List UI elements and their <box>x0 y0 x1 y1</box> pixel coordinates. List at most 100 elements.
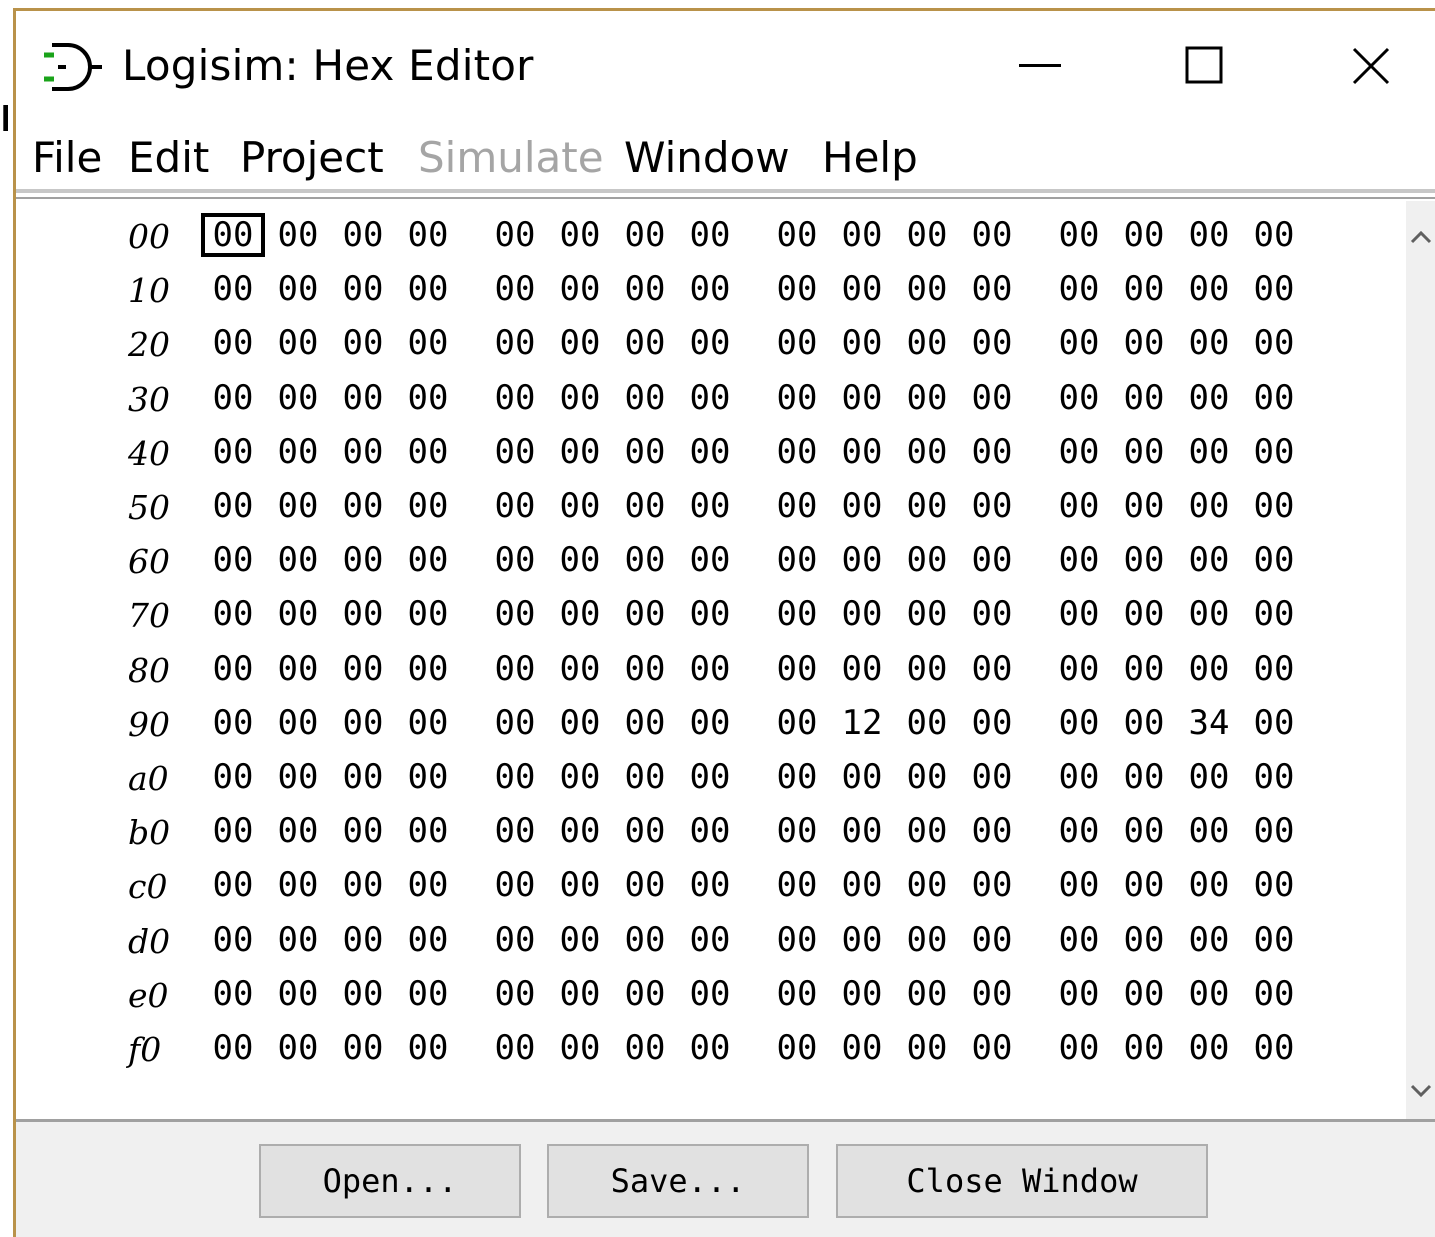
hex-cell[interactable]: 00 <box>398 594 458 634</box>
hex-cell[interactable]: 00 <box>268 215 328 255</box>
hex-cell[interactable]: 00 <box>1049 269 1109 309</box>
hex-cell[interactable]: 00 <box>550 649 610 689</box>
hex-cell[interactable]: 00 <box>398 1028 458 1068</box>
hex-cell[interactable]: 00 <box>268 649 328 689</box>
hex-cell[interactable]: 00 <box>201 213 265 257</box>
hex-cell[interactable]: 00 <box>550 486 610 526</box>
hex-cell[interactable]: 00 <box>1179 649 1239 689</box>
hex-cell[interactable]: 00 <box>268 811 328 851</box>
close-window-button[interactable]: Close Window <box>836 1144 1208 1218</box>
hex-cell[interactable]: 00 <box>767 1028 827 1068</box>
hex-cell[interactable]: 00 <box>832 920 892 960</box>
hex-cell[interactable]: 00 <box>767 811 827 851</box>
hex-cell[interactable]: 00 <box>1179 215 1239 255</box>
hex-cell[interactable]: 00 <box>897 811 957 851</box>
hex-cell[interactable]: 00 <box>485 811 545 851</box>
hex-cell[interactable]: 00 <box>1114 594 1174 634</box>
hex-cell[interactable]: 00 <box>832 269 892 309</box>
hex-cell[interactable]: 00 <box>962 811 1022 851</box>
hex-cell[interactable]: 00 <box>333 215 393 255</box>
maximize-button[interactable] <box>1150 31 1260 101</box>
hex-cell[interactable]: 00 <box>767 594 827 634</box>
hex-cell[interactable]: 00 <box>398 811 458 851</box>
hex-cell[interactable]: 00 <box>268 432 328 472</box>
hex-cell[interactable]: 00 <box>550 703 610 743</box>
hex-cell[interactable]: 00 <box>268 378 328 418</box>
hex-cell[interactable]: 00 <box>615 703 675 743</box>
hex-cell[interactable]: 00 <box>1244 540 1304 580</box>
hex-cell[interactable]: 00 <box>1114 811 1174 851</box>
hex-cell[interactable]: 00 <box>680 1028 740 1068</box>
hex-cell[interactable]: 00 <box>485 594 545 634</box>
menu-file[interactable]: File <box>32 133 102 182</box>
hex-cell[interactable]: 00 <box>1179 974 1239 1014</box>
hex-cell[interactable]: 00 <box>962 486 1022 526</box>
hex-cell[interactable]: 00 <box>897 486 957 526</box>
hex-cell[interactable]: 00 <box>203 974 263 1014</box>
hex-cell[interactable]: 00 <box>615 1028 675 1068</box>
hex-cell[interactable]: 00 <box>832 594 892 634</box>
hex-cell[interactable]: 00 <box>1244 974 1304 1014</box>
hex-cell[interactable]: 00 <box>485 703 545 743</box>
hex-cell[interactable]: 00 <box>897 215 957 255</box>
hex-cell[interactable]: 00 <box>1049 540 1109 580</box>
hex-cell[interactable]: 00 <box>1049 432 1109 472</box>
hex-cell[interactable]: 00 <box>203 1028 263 1068</box>
hex-cell[interactable]: 00 <box>203 323 263 363</box>
hex-cell[interactable]: 00 <box>398 432 458 472</box>
hex-cell[interactable]: 00 <box>333 432 393 472</box>
hex-cell[interactable]: 00 <box>1049 811 1109 851</box>
hex-cell[interactable]: 00 <box>1179 540 1239 580</box>
hex-cell[interactable]: 00 <box>1049 974 1109 1014</box>
hex-cell[interactable]: 00 <box>1179 594 1239 634</box>
hex-cell[interactable]: 00 <box>897 649 957 689</box>
hex-cell[interactable]: 00 <box>1244 486 1304 526</box>
hex-cell[interactable]: 00 <box>1244 649 1304 689</box>
hex-cell[interactable]: 00 <box>897 920 957 960</box>
hex-cell[interactable]: 00 <box>680 757 740 797</box>
hex-cell[interactable]: 12 <box>832 703 892 743</box>
hex-cell[interactable]: 00 <box>203 486 263 526</box>
hex-cell[interactable]: 00 <box>268 1028 328 1068</box>
hex-cell[interactable]: 00 <box>680 269 740 309</box>
hex-cell[interactable]: 00 <box>398 540 458 580</box>
hex-cell[interactable]: 00 <box>485 215 545 255</box>
menu-project[interactable]: Project <box>240 133 384 182</box>
hex-cell[interactable]: 00 <box>615 811 675 851</box>
hex-cell[interactable]: 00 <box>767 378 827 418</box>
hex-cell[interactable]: 00 <box>615 432 675 472</box>
hex-cell[interactable]: 00 <box>832 811 892 851</box>
hex-cell[interactable]: 00 <box>550 757 610 797</box>
hex-cell[interactable]: 00 <box>615 974 675 1014</box>
hex-cell[interactable]: 00 <box>680 703 740 743</box>
hex-cell[interactable]: 00 <box>398 323 458 363</box>
hex-cell[interactable]: 00 <box>832 540 892 580</box>
hex-cell[interactable]: 00 <box>485 1028 545 1068</box>
hex-cell[interactable]: 00 <box>1114 1028 1174 1068</box>
hex-cell[interactable]: 00 <box>268 757 328 797</box>
hex-cell[interactable]: 00 <box>615 323 675 363</box>
hex-cell[interactable]: 00 <box>1049 323 1109 363</box>
hex-cell[interactable]: 00 <box>680 920 740 960</box>
hex-cell[interactable]: 00 <box>268 540 328 580</box>
hex-cell[interactable]: 00 <box>398 974 458 1014</box>
hex-cell[interactable]: 00 <box>485 378 545 418</box>
hex-cell[interactable]: 00 <box>1114 323 1174 363</box>
hex-cell[interactable]: 00 <box>1049 865 1109 905</box>
hex-cell[interactable]: 00 <box>1114 378 1174 418</box>
hex-cell[interactable]: 00 <box>680 432 740 472</box>
hex-cell[interactable]: 00 <box>203 703 263 743</box>
hex-cell[interactable]: 00 <box>398 215 458 255</box>
hex-cell[interactable]: 00 <box>1114 649 1174 689</box>
hex-cell[interactable]: 00 <box>485 865 545 905</box>
hex-cell[interactable]: 00 <box>550 920 610 960</box>
hex-cell[interactable]: 00 <box>615 486 675 526</box>
hex-cell[interactable]: 00 <box>333 323 393 363</box>
hex-cell[interactable]: 00 <box>615 540 675 580</box>
hex-cell[interactable]: 00 <box>1179 269 1239 309</box>
hex-cell[interactable]: 00 <box>333 1028 393 1068</box>
hex-cell[interactable]: 00 <box>1179 323 1239 363</box>
hex-cell[interactable]: 00 <box>1244 757 1304 797</box>
hex-cell[interactable]: 00 <box>897 594 957 634</box>
hex-cell[interactable]: 00 <box>767 920 827 960</box>
